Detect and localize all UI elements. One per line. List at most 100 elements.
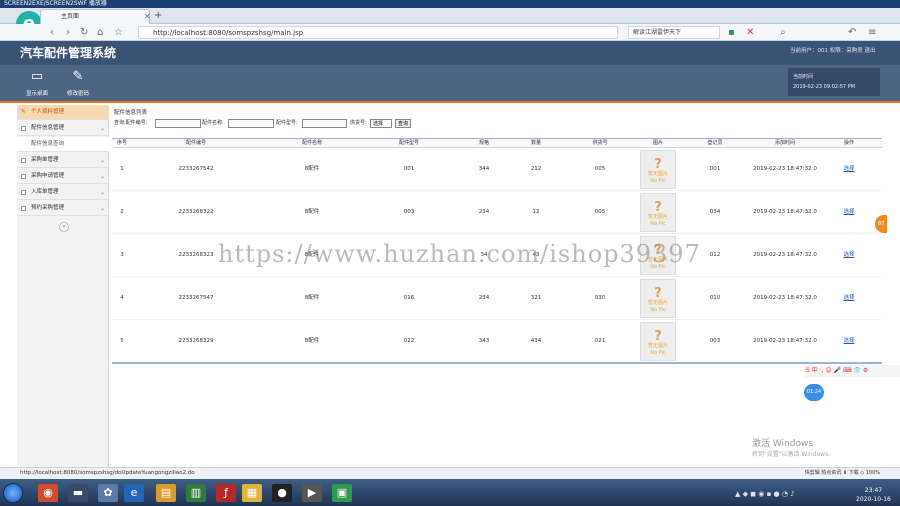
media-icon[interactable]: ▬ [68, 484, 88, 502]
browser-taskbar-icon[interactable]: e [124, 484, 144, 502]
star-icon[interactable]: ☆ [114, 27, 123, 38]
part-model-input[interactable] [302, 119, 347, 128]
select-link[interactable]: 选择 [843, 277, 854, 320]
undo-icon[interactable]: ↶ [848, 27, 856, 38]
supplier-select[interactable]: 选择 [370, 119, 392, 128]
cell-qty: 12 [532, 209, 540, 215]
cell-no: 5 [120, 338, 124, 344]
cell-code: 2233268323 [178, 252, 214, 258]
close-tab-icon[interactable]: ✕ [144, 12, 151, 21]
cell-spec: 234 [478, 295, 490, 301]
system-tray[interactable]: ▲ ◆ ◼ ◉ ▪ ● ◔ ♪ [735, 490, 795, 498]
collapse-sidebar-icon[interactable]: « [59, 222, 69, 232]
cell-time: 2019-02-23 18:47:32.0 [753, 295, 817, 301]
cell-model: 022 [403, 338, 415, 344]
cell-no: 1 [120, 166, 124, 172]
time-value: 2019-02-23 09:02:57 PM [793, 84, 856, 90]
col-time: 添加时间 [774, 140, 796, 146]
no-pic-label: 暂无图片 [647, 214, 668, 220]
sidebar-item-parts[interactable]: 配件信息管理 ⌄ [17, 121, 109, 136]
sidebar-item-purchase[interactable]: 采购单管理 ⌄ [17, 153, 109, 168]
start-button[interactable] [3, 483, 23, 503]
home-icon[interactable]: ⌂ [97, 27, 103, 38]
back-icon[interactable]: ‹ [50, 27, 54, 38]
chrome-icon[interactable]: ◉ [38, 484, 58, 502]
new-tab-icon[interactable]: + [154, 10, 162, 21]
sidebar-item-label: 配件信息管理 [31, 125, 65, 131]
col-supplier: 供货号 [592, 140, 608, 146]
flash-icon[interactable]: ƒ [216, 484, 236, 502]
cell-time: 2019-02-23 18:47:32.0 [753, 166, 817, 172]
folder-icon [21, 158, 26, 163]
cell-no: 3 [120, 252, 124, 258]
forward-icon[interactable]: › [66, 27, 70, 38]
no-pic-sub: No Pic [650, 178, 666, 184]
pencil-icon: ✎ [21, 109, 26, 115]
cell-name: 8配件 [304, 338, 320, 344]
cell-recorder: 012 [709, 252, 721, 258]
sidebar-item-stock-in[interactable]: 入库单管理 ⌄ [17, 185, 109, 200]
chevron-down-icon: ⌄ [99, 205, 105, 212]
monitor-icon: ▭ [30, 69, 44, 84]
cell-recorder: 003 [709, 338, 721, 344]
select-link[interactable]: 选择 [843, 148, 854, 191]
recorder-icon[interactable]: ▣ [332, 484, 352, 502]
select-link[interactable]: 选择 [843, 234, 854, 277]
no-pic-sub: No Pic [650, 307, 666, 313]
cell-name: 8配件 [304, 209, 320, 215]
cell-time: 2019-02-23 18:47:32.0 [753, 252, 817, 258]
extension-icon[interactable]: ▪ [728, 27, 735, 38]
show-desktop-button[interactable]: ▭ 显示桌面 [17, 69, 57, 98]
user-info[interactable]: 当前用户：001 权限：采购员 退出 [790, 46, 876, 54]
ime-toolbar[interactable]: S 中 ·, ☺ 🎤 ⌨ 👕 ⚙ [804, 365, 900, 377]
search-button[interactable]: 查询 [395, 119, 411, 128]
block-icon[interactable]: ✕ [746, 27, 754, 38]
cell-qty: 434 [530, 338, 542, 344]
cell-supplier: 030 [594, 295, 606, 301]
sidebar-item-personal[interactable]: ✎ 个人资料管理 [17, 105, 109, 120]
part-code-input[interactable] [155, 119, 201, 128]
no-pic-sub: No Pic [650, 221, 666, 227]
menu-icon[interactable]: ≡ [868, 27, 876, 38]
status-bar-tools[interactable]: 快剪辑 热点资讯 ⬇ 下载 ◇ 100% [805, 468, 880, 479]
folder-icon[interactable]: ▤ [156, 484, 176, 502]
col-model: 配件型号 [398, 140, 420, 146]
explorer-icon[interactable]: ▦ [242, 484, 262, 502]
search-icon[interactable]: ⌕ [780, 27, 786, 38]
windows-activate-title: 激活 Windows [752, 439, 814, 449]
player-app-icon[interactable]: ▶ [302, 484, 322, 502]
select-link[interactable]: 选择 [843, 320, 854, 363]
select-link[interactable]: 选择 [843, 191, 854, 234]
col-code: 配件编号 [185, 140, 207, 146]
sidebar-item-label: 采购申请管理 [31, 173, 65, 179]
taskbar-clock[interactable]: 23:47 2020-10-16 [856, 486, 891, 504]
browser-search-box[interactable]: 解读江湖雷伊天下 [628, 26, 720, 39]
col-no: 序号 [116, 140, 128, 146]
sidebar-item-reservation[interactable]: 预约采购管理 ⌄ [17, 201, 109, 216]
sidebar-item-parts-query[interactable]: 配件信息查询 [17, 137, 109, 152]
reload-icon[interactable]: ↻ [80, 27, 88, 38]
browser-status-bar: http://localhost:8080/somspzshsg/doUpdat… [0, 467, 900, 479]
cell-model: 001 [403, 166, 415, 172]
cell-spec: 343 [478, 338, 490, 344]
chevron-down-icon: ⌄ [99, 173, 105, 180]
no-pic-label: 暂无图片 [647, 171, 668, 177]
browser-tab-main[interactable]: 主页面 [40, 9, 150, 24]
table-header: 序号 配件编号 配件名称 配件型号 规格 数量 供货号 图片 登记员 添加时间 … [112, 138, 882, 148]
side-float-badge[interactable]: 87 [875, 215, 887, 233]
cell-spec: 234 [478, 209, 490, 215]
sidebar-item-label: 采购单管理 [31, 157, 59, 163]
no-pic-label: 暂无图片 [647, 300, 668, 306]
part-name-input[interactable] [228, 119, 274, 128]
address-bar[interactable]: http://localhost:8080/somspzshsg/main.js… [138, 26, 618, 39]
no-picture-image: ? 暂无图片 No Pic [640, 193, 676, 232]
chart-app-icon[interactable]: ▥ [186, 484, 206, 502]
qq-icon[interactable]: ● [272, 484, 292, 502]
sidebar-item-request[interactable]: 采购申请管理 ⌄ [17, 169, 109, 184]
cell-no: 4 [120, 295, 124, 301]
folder-icon [21, 190, 26, 195]
change-password-button[interactable]: ✎ 修改密码 [58, 70, 98, 98]
network-icon[interactable]: ✿ [98, 484, 118, 502]
question-icon: ? [654, 286, 662, 301]
col-qty: 数量 [530, 140, 542, 146]
